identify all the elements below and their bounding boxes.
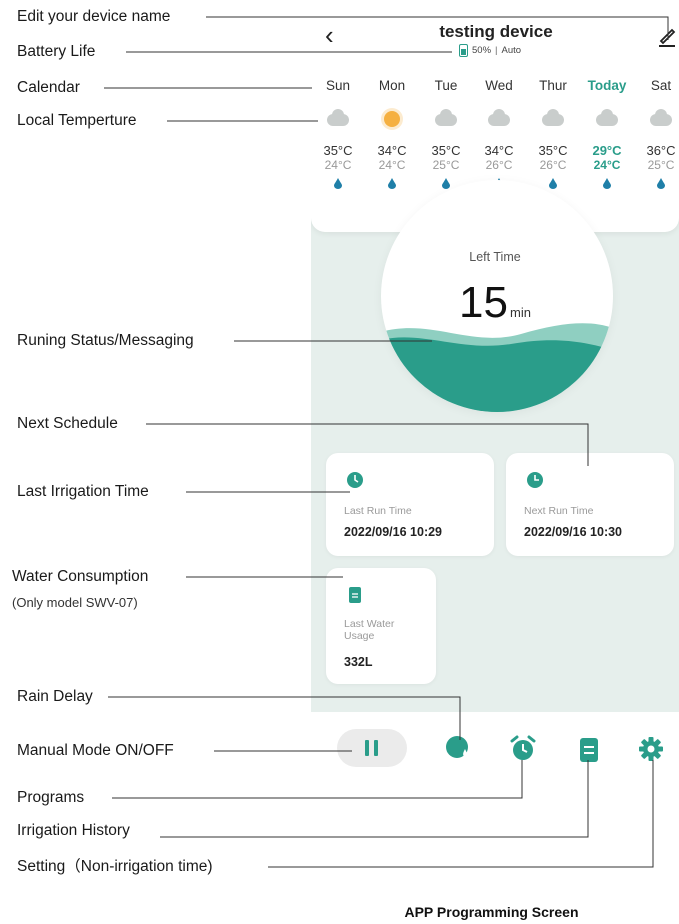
sun-icon bbox=[384, 111, 400, 127]
callout-manual-mode: Manual Mode ON/OFF bbox=[17, 742, 174, 759]
water-drop-icon bbox=[334, 178, 342, 189]
last-run-card[interactable]: Last Run Time 2022/09/16 10:29 bbox=[326, 453, 494, 556]
forecast-day: Mon 34°C 24°C bbox=[370, 78, 414, 194]
left-time-label: Left Time bbox=[469, 250, 521, 264]
weather-icon bbox=[433, 109, 459, 128]
temp-low: 25°C bbox=[432, 158, 460, 172]
day-name: Sun bbox=[325, 78, 351, 93]
water-usage-label-line2: Usage bbox=[344, 630, 375, 642]
forecast-day: Sun 35°C 24°C bbox=[316, 78, 360, 194]
weather-icon bbox=[486, 109, 512, 128]
cloud-icon bbox=[596, 109, 618, 126]
callout-calendar: Calendar bbox=[17, 79, 80, 96]
alarm-clock-icon[interactable] bbox=[509, 735, 537, 763]
weather-icon bbox=[540, 109, 566, 128]
forecast-day: Wed 34°C 26°C bbox=[477, 78, 521, 194]
temp-low: 26°C bbox=[539, 158, 567, 172]
temp-low: 25°C bbox=[647, 158, 675, 172]
callout-programs: Programs bbox=[17, 789, 85, 806]
next-run-label: Next Run Time bbox=[524, 505, 594, 517]
forecast-day: Thur 35°C 26°C bbox=[531, 78, 575, 194]
callout-next-schedule: Next Schedule bbox=[17, 415, 118, 432]
figure-caption: APP Programming Screen bbox=[0, 904, 679, 922]
cloud-icon bbox=[488, 109, 510, 126]
next-run-value: 2022/09/16 10:30 bbox=[524, 525, 623, 539]
water-usage-value: 332L bbox=[344, 655, 373, 669]
left-time-value: 15 min bbox=[311, 278, 679, 328]
temp-high: 36°C bbox=[646, 143, 676, 158]
water-usage-label-line1: Last Water bbox=[344, 618, 395, 630]
back-button[interactable]: ‹ bbox=[325, 22, 334, 48]
callout-irrigation-history: Irrigation History bbox=[17, 822, 130, 839]
last-run-label: Last Run Time bbox=[344, 505, 412, 517]
callout-rain-delay: Rain Delay bbox=[17, 688, 93, 705]
weather-icon bbox=[325, 109, 351, 128]
temp-high: 29°C bbox=[592, 143, 622, 158]
battery-icon bbox=[459, 44, 468, 57]
callout-battery-life: Battery Life bbox=[17, 43, 96, 60]
cloud-icon bbox=[435, 109, 457, 126]
edit-icon[interactable] bbox=[657, 26, 677, 48]
device-name: testing device bbox=[439, 22, 553, 41]
next-run-card[interactable]: Next Run Time 2022/09/16 10:30 bbox=[506, 453, 674, 556]
battery-status: 50% | Auto bbox=[459, 44, 521, 57]
mode-label: Auto bbox=[501, 45, 522, 56]
battery-separator: | bbox=[495, 45, 498, 56]
clock-icon bbox=[347, 472, 363, 488]
temp-low: 24°C bbox=[324, 158, 352, 172]
minutes-number: 15 bbox=[459, 278, 508, 327]
manual-mode-toggle[interactable] bbox=[337, 729, 407, 767]
forecast-day: Today 29°C 24°C bbox=[585, 78, 629, 194]
caption-text: APP Programming Screen bbox=[404, 904, 579, 920]
weather-icon bbox=[379, 110, 405, 128]
forecast-day: Sat 36°C 25°C bbox=[639, 78, 679, 194]
callout-water-note: (Only model SWV-07) bbox=[12, 595, 138, 610]
battery-percent: 50% bbox=[472, 45, 492, 56]
minutes-unit: min bbox=[510, 305, 531, 320]
temp-low: 26°C bbox=[485, 158, 513, 172]
callout-setting: Setting（Non-irrigation time) bbox=[17, 858, 213, 875]
day-name: Thur bbox=[539, 78, 567, 93]
day-name: Wed bbox=[485, 78, 513, 93]
document-icon bbox=[349, 587, 361, 603]
day-name: Mon bbox=[378, 78, 406, 93]
temp-low: 24°C bbox=[378, 158, 406, 172]
water-drop-icon bbox=[657, 178, 665, 189]
rain-delay-icon[interactable] bbox=[445, 735, 471, 761]
day-name: Tue bbox=[434, 78, 458, 93]
cloud-icon bbox=[542, 109, 564, 126]
forecast-day: Tue 35°C 25°C bbox=[424, 78, 468, 194]
history-document-icon[interactable] bbox=[578, 737, 600, 763]
callout-running-status: Runing Status/Messaging bbox=[17, 332, 194, 349]
temp-high: 35°C bbox=[431, 143, 461, 158]
water-usage-label: Last Water Usage bbox=[344, 618, 394, 642]
temp-high: 35°C bbox=[538, 143, 568, 158]
last-run-value: 2022/09/16 10:29 bbox=[344, 525, 443, 539]
cloud-icon bbox=[650, 109, 672, 126]
callout-water-consumption: Water Consumption bbox=[12, 568, 149, 585]
callout-last-irrigation: Last Irrigation Time bbox=[17, 483, 149, 500]
day-name: Sat bbox=[650, 78, 672, 93]
cloud-icon bbox=[327, 109, 349, 126]
temp-low: 24°C bbox=[593, 158, 621, 172]
schedule-clock-icon bbox=[527, 472, 543, 488]
callout-local-temp: Local Temperture bbox=[17, 112, 137, 129]
temp-high: 34°C bbox=[377, 143, 407, 158]
app-screen: ‹ testing device 50% | Auto Sun 35°C 24°C M… bbox=[311, 0, 679, 712]
day-name: Today bbox=[587, 78, 627, 93]
weather-icon bbox=[648, 109, 674, 128]
weather-icon bbox=[594, 109, 620, 128]
water-usage-card[interactable]: Last Water Usage 332L bbox=[326, 568, 436, 684]
temp-high: 35°C bbox=[323, 143, 353, 158]
temp-high: 34°C bbox=[484, 143, 514, 158]
callout-edit-name: Edit your device name bbox=[17, 8, 171, 25]
gear-icon[interactable] bbox=[638, 736, 664, 762]
